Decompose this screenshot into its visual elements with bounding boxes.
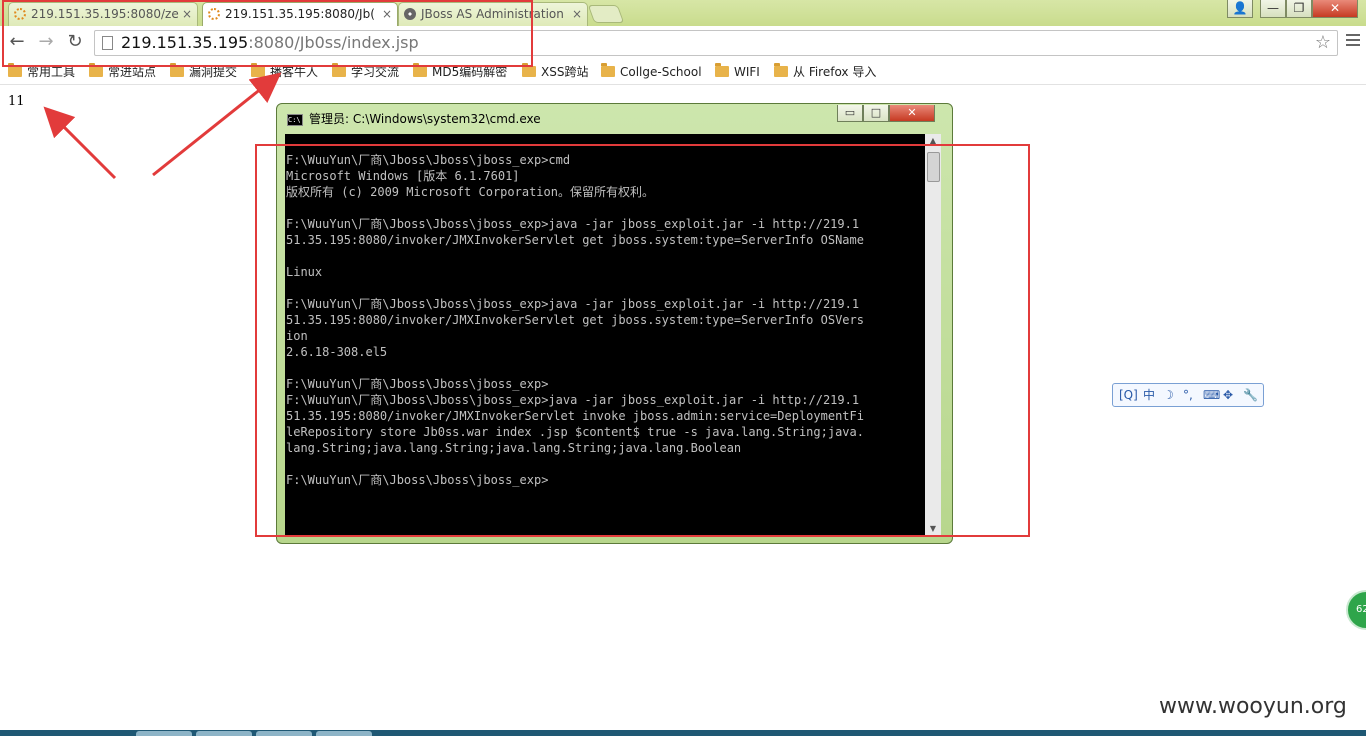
bookmark-label: Collge-School [620, 65, 702, 79]
tab-jb0ss[interactable]: 219.151.35.195:8080/Jb( × [202, 2, 398, 26]
watermark: www.wooyun.org [1159, 694, 1347, 719]
bookmark-label: WIFI [734, 65, 760, 79]
folder-icon [413, 63, 427, 77]
tab-close-icon[interactable]: × [382, 3, 392, 25]
moon-icon[interactable]: ☽ [1163, 384, 1174, 406]
menu-icon[interactable] [1346, 34, 1360, 48]
bookmark-label: 常用工具 [27, 65, 76, 79]
cmd-minimize-button[interactable]: ▭ [837, 105, 863, 122]
maximize-button[interactable]: ❐ [1286, 0, 1312, 18]
new-tab-button[interactable] [587, 5, 625, 23]
cmd-close-button[interactable]: ✕ [889, 105, 935, 122]
bookmark-label: XSS跨站 [541, 65, 589, 79]
folder-icon [8, 63, 22, 77]
cmd-title: 管理员: C:\Windows\system32\cmd.exe [309, 112, 541, 126]
bookmark-folder[interactable]: WIFI [715, 63, 760, 81]
keyboard-icon[interactable]: ⌨ [1203, 384, 1220, 406]
bookmark-label: 从 Firefox 导入 [793, 65, 877, 79]
bookmark-label: 常进站点 [108, 65, 157, 79]
folder-icon [89, 63, 103, 77]
taskbar-item[interactable] [256, 731, 312, 736]
bookmark-star-icon[interactable]: ☆ [1315, 31, 1331, 55]
tab-title: 219.151.35.195:8080/Jb( [225, 7, 375, 21]
ime-toolbar[interactable]: [Q] 中 ☽ °, ⌨ ✥ 🔧 [1112, 383, 1264, 407]
user-icon[interactable]: 👤 [1227, 0, 1253, 18]
bookmark-label: 漏洞提交 [189, 65, 238, 79]
cmd-title-bar: C:\ 管理员: C:\Windows\system32\cmd.exe [287, 110, 541, 128]
page-output-text: 11 [8, 94, 25, 109]
bookmark-folder[interactable]: Collge-School [601, 63, 702, 81]
bookmark-folder[interactable]: 从 Firefox 导入 [774, 63, 876, 81]
taskbar-item[interactable] [196, 731, 252, 736]
folder-icon [774, 63, 788, 77]
ime-logo-icon[interactable]: [Q] [1119, 384, 1138, 406]
minimize-button[interactable]: — [1260, 0, 1286, 18]
tab-close-icon[interactable]: × [572, 3, 582, 25]
annotation-box-console [255, 144, 1030, 537]
console-icon: C:\ [287, 113, 303, 126]
floating-widget[interactable]: 62 [1346, 590, 1366, 630]
taskbar [0, 730, 1366, 736]
arrow-to-output [43, 106, 117, 180]
folder-icon [170, 63, 184, 77]
folder-icon [522, 63, 536, 77]
folder-icon [715, 63, 729, 77]
wrench-icon[interactable]: 🔧 [1243, 384, 1258, 406]
bookmark-label: MD5编码解密 [432, 65, 508, 79]
folder-icon [601, 63, 615, 77]
settings-icon[interactable]: ✥ [1223, 384, 1233, 406]
taskbar-item[interactable] [316, 731, 372, 736]
loading-icon [208, 8, 220, 20]
taskbar-item[interactable] [136, 731, 192, 736]
bookmark-label: 播客牛人 [270, 65, 319, 79]
folder-icon [251, 63, 265, 77]
folder-icon [332, 63, 346, 77]
tab-strip: 219.151.35.195:8080/ze × 219.151.35.195:… [0, 0, 1366, 26]
ime-chinese-toggle[interactable]: 中 [1143, 384, 1155, 406]
bookmark-label: 学习交流 [351, 65, 400, 79]
close-button[interactable]: ✕ [1312, 0, 1358, 18]
punctuation-icon[interactable]: °, [1183, 384, 1193, 406]
cmd-maximize-button[interactable]: □ [863, 105, 889, 122]
